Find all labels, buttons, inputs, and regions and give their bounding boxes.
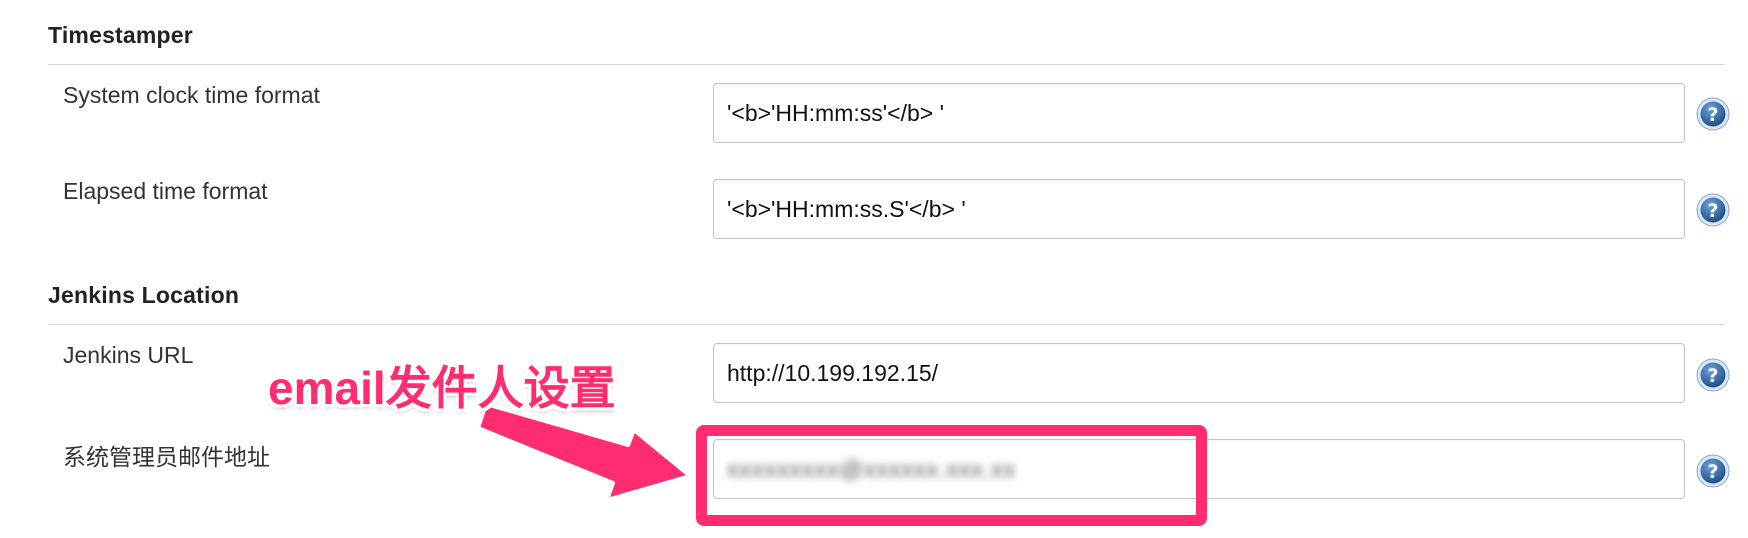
annotation-label: email发件人设置 xyxy=(268,362,616,414)
annotation-highlight-box xyxy=(696,425,1207,526)
jenkins-config-page: Timestamper System clock time format '<b… xyxy=(0,0,1748,538)
